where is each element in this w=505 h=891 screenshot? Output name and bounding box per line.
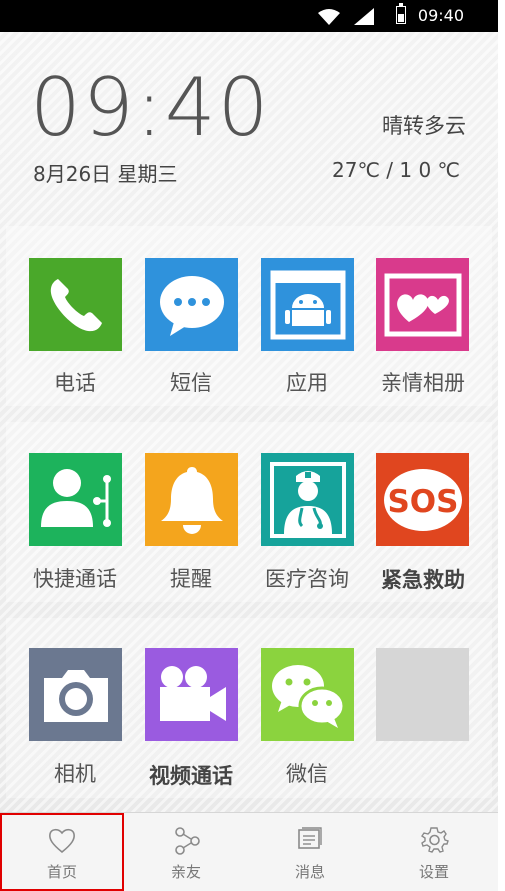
- contact-share-icon: [40, 468, 111, 527]
- android-icon: [270, 270, 345, 339]
- app-label-emergency: 紧急救助: [381, 568, 465, 592]
- app-tile-video-call[interactable]: [145, 648, 238, 741]
- sos-icon: SOS: [383, 468, 462, 531]
- app-tile-quick-call[interactable]: [29, 453, 122, 546]
- doctor-icon: [269, 461, 346, 538]
- nav-friends[interactable]: 亲友: [124, 813, 248, 891]
- nav-messages[interactable]: 消息: [248, 813, 372, 891]
- bottom-nav: 首页 亲友 消息 设置: [0, 812, 498, 891]
- svg-text:SOS: SOS: [387, 484, 458, 520]
- nav-home-label: 首页: [46, 863, 77, 881]
- message-list-icon: [298, 827, 322, 849]
- battery-icon: [396, 3, 406, 24]
- app-tile-emergency[interactable]: SOS: [376, 453, 469, 546]
- nav-settings[interactable]: 设置: [372, 813, 496, 891]
- app-tile-wechat[interactable]: [261, 648, 354, 741]
- nav-messages-label: 消息: [294, 863, 325, 881]
- camera-icon: [43, 669, 108, 722]
- heart-album-icon: [384, 273, 461, 336]
- share-nodes-icon: [175, 827, 200, 855]
- app-tile-reminder[interactable]: [145, 453, 238, 546]
- signal-icon: [354, 8, 374, 25]
- message-bubble-icon: [159, 275, 224, 336]
- app-tile-medical[interactable]: [261, 453, 354, 546]
- app-label-family-album: 亲情相册: [381, 371, 465, 395]
- heart-icon: [49, 828, 75, 854]
- nav-home[interactable]: 首页: [0, 813, 124, 891]
- bell-icon: [160, 466, 223, 534]
- app-tile-camera[interactable]: [29, 648, 122, 741]
- wechat-icon: [271, 664, 345, 728]
- app-tile-phone[interactable]: [29, 258, 122, 351]
- wifi-icon: [318, 9, 340, 25]
- gear-icon: [421, 827, 449, 853]
- clock[interactable]: 09:40: [30, 60, 271, 156]
- status-time: 09:40: [417, 6, 464, 25]
- status-bar: 09:40: [0, 0, 498, 32]
- phone-icon: [50, 278, 102, 331]
- weather-text[interactable]: 晴转多云: [382, 110, 466, 140]
- video-camera-icon: [159, 665, 226, 721]
- empty-app-slot[interactable]: [376, 648, 469, 741]
- date-text: 8月26日 星期三: [33, 162, 178, 186]
- nav-settings-label: 设置: [418, 863, 449, 881]
- app-tile-family-album[interactable]: [376, 258, 469, 351]
- app-tile-sms[interactable]: [145, 258, 238, 351]
- temperature-text: 27℃ / 1 0 ℃: [332, 158, 460, 182]
- home-screen: 09:40 09:40 8月26日 星期三 晴转多云 27℃ / 1 0 ℃ 电…: [0, 0, 498, 891]
- nav-friends-label: 亲友: [170, 863, 201, 881]
- app-tile-apps[interactable]: [261, 258, 354, 351]
- app-label-wechat: 微信: [286, 762, 328, 786]
